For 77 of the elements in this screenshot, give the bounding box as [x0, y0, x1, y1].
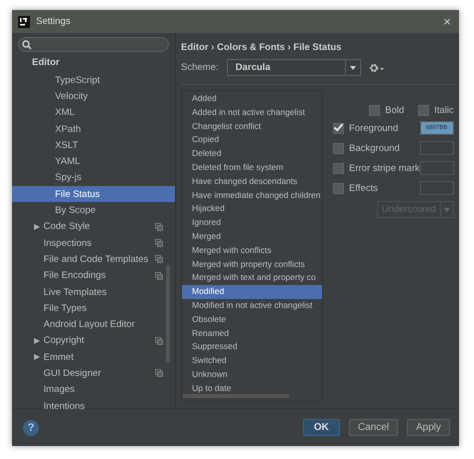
caret-icon — [444, 208, 450, 212]
list-item[interactable]: Changelist conflict — [182, 120, 322, 134]
list-item[interactable]: Ignored — [182, 216, 322, 230]
tree-item[interactable]: XML — [12, 104, 175, 121]
list-item[interactable]: Merged — [182, 230, 322, 244]
color-swatch[interactable] — [420, 161, 454, 175]
tree-item[interactable]: Velocity — [12, 88, 175, 105]
tree-item[interactable]: Images — [12, 382, 175, 398]
list-item[interactable]: Merged with property conflicts — [182, 258, 322, 272]
color-swatch[interactable] — [420, 181, 454, 195]
dialog-button[interactable]: OK — [302, 419, 340, 436]
list-item[interactable]: Unknown — [182, 368, 322, 382]
expand-arrow-icon[interactable] — [34, 224, 40, 230]
tree-item[interactable]: File Status — [12, 186, 175, 202]
tree-item[interactable]: Intentions — [12, 398, 175, 414]
list-item[interactable]: Suppressed — [182, 340, 322, 354]
list-item[interactable]: Added — [182, 92, 322, 106]
tree-item[interactable]: Live Templates — [12, 284, 175, 300]
expand-arrow-icon[interactable] — [34, 338, 40, 344]
list-item[interactable]: Obsolete — [182, 312, 322, 327]
caret-icon — [350, 66, 356, 70]
checkbox[interactable] — [333, 122, 344, 134]
tree-item[interactable]: XPath — [12, 120, 175, 138]
checkbox-label: Bold — [385, 104, 404, 116]
list-item[interactable]: Merged with conflicts — [182, 244, 322, 258]
search-field[interactable] — [18, 37, 169, 52]
tree-item[interactable]: GUI Designer — [12, 365, 175, 382]
list-item[interactable]: Added in not active changelist — [182, 106, 322, 120]
search-icon — [22, 40, 32, 50]
tree-item[interactable]: File and Code Templates — [12, 251, 175, 268]
tree-item[interactable]: Emmet — [12, 349, 175, 366]
checkbox-label: Foreground — [349, 122, 398, 134]
scheme-dropdown[interactable]: Darcula — [226, 59, 360, 76]
list-item[interactable]: Modified in not active changelist — [182, 298, 322, 313]
tree-item[interactable]: Android Layout Editor — [12, 316, 175, 333]
checkbox[interactable] — [333, 182, 344, 194]
list-item[interactable]: Hijacked — [182, 202, 322, 216]
color-swatch[interactable] — [420, 141, 454, 155]
tree-item[interactable]: YAML — [12, 153, 175, 170]
checkbox[interactable] — [333, 162, 344, 174]
list-item[interactable]: Modified — [182, 285, 322, 299]
list-item[interactable]: Copied — [182, 133, 322, 148]
breadcrumb: Editor › Colors & Fonts › File Status — [181, 40, 342, 54]
expand-arrow-icon[interactable] — [34, 354, 40, 360]
gear-icon[interactable] — [368, 62, 384, 72]
checkbox[interactable] — [369, 104, 380, 116]
checkbox-label: Background — [349, 142, 400, 154]
tree-item[interactable]: File Types — [12, 300, 175, 316]
tree-item[interactable]: Inspections — [12, 234, 175, 252]
tree-item[interactable]: Code Style — [12, 218, 175, 235]
list-item[interactable]: Have changed descendants — [182, 174, 322, 189]
tree-item[interactable]: XSLT — [12, 137, 175, 154]
tree-item[interactable]: Editor — [12, 53, 175, 72]
list-item[interactable]: Have immediate changed children — [182, 188, 322, 202]
checkbox[interactable] — [333, 142, 344, 154]
checkbox-label: Effects — [349, 182, 378, 194]
help-button[interactable]: ? — [23, 420, 39, 436]
list-item[interactable]: Switched — [182, 354, 322, 368]
tree-item[interactable]: Copyright — [12, 332, 175, 350]
window-title: Settings — [36, 16, 72, 27]
dialog-button[interactable]: Cancel — [348, 419, 398, 436]
list-item[interactable]: Merged with text and property co — [182, 271, 322, 286]
checkbox[interactable] — [418, 104, 430, 116]
tree-item[interactable]: By Scope — [12, 202, 175, 219]
list-item[interactable]: Deleted — [182, 147, 322, 161]
list-item[interactable]: Renamed — [182, 326, 322, 340]
checkbox-label: Italic — [434, 104, 454, 116]
tree-item[interactable]: Spy-js — [12, 170, 175, 186]
close-button[interactable]: × — [441, 14, 453, 29]
list-item[interactable]: Up to date — [182, 382, 322, 396]
list-item[interactable]: Deleted from file system — [182, 160, 322, 175]
tree-item[interactable]: File Encodings — [12, 268, 175, 284]
tree-item[interactable]: TypeScript — [12, 72, 175, 88]
app-logo-icon — [18, 16, 30, 28]
checkbox-label: Error stripe mark — [349, 162, 420, 174]
scheme-label: Scheme: — [181, 62, 218, 73]
dialog-button[interactable]: Apply — [406, 419, 450, 436]
